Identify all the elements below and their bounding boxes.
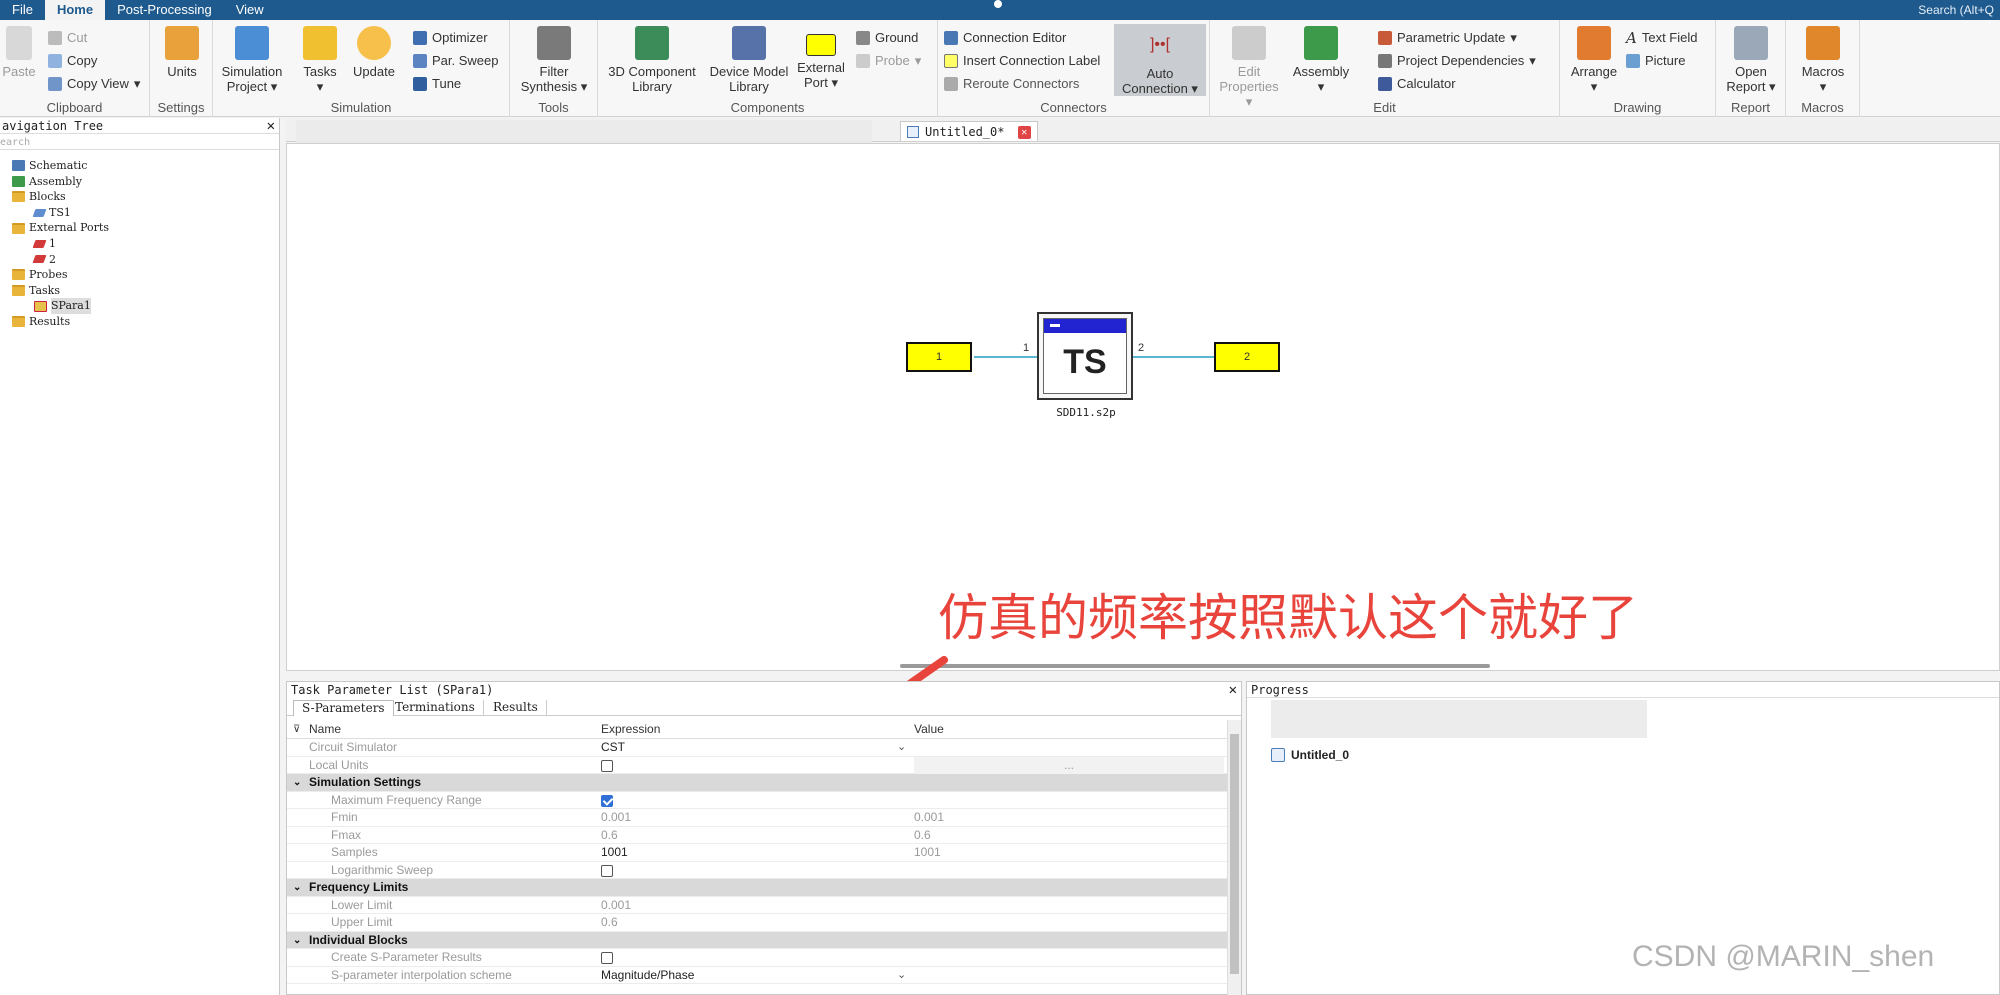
close-icon[interactable]: ✕ bbox=[1229, 682, 1237, 698]
chevron-down-icon[interactable]: ⌄ bbox=[897, 967, 906, 985]
section-individual-blocks[interactable]: ⌄ Individual Blocks bbox=[287, 931, 1227, 950]
fmin-expression[interactable]: 0.001 bbox=[601, 809, 901, 827]
table-row-circuit-simulator: Circuit Simulator CST ⌄ bbox=[287, 739, 1227, 757]
chevron-down-icon[interactable]: ⌄ bbox=[897, 739, 906, 757]
row-name: Circuit Simulator bbox=[309, 740, 398, 754]
section-label: Individual Blocks bbox=[309, 932, 408, 947]
column-header-value: Value bbox=[914, 722, 944, 736]
table-row-max-frequency-range: Maximum Frequency Range bbox=[287, 792, 1227, 809]
progress-item-label: Untitled_0 bbox=[1291, 748, 1350, 762]
redacted-region bbox=[1271, 700, 1647, 738]
scrollbar-thumb[interactable] bbox=[1230, 734, 1239, 974]
table-row-local-units: Local Units ... bbox=[287, 756, 1227, 774]
lower-limit-expression[interactable]: 0.001 bbox=[601, 897, 901, 915]
schematic-icon bbox=[1271, 748, 1285, 762]
table-row-logarithmic-sweep: Logarithmic Sweep bbox=[287, 862, 1227, 879]
fmin-value: 0.001 bbox=[914, 810, 945, 824]
task-parameter-panel: Task Parameter List (SPara1) ✕ S-Paramet… bbox=[286, 681, 1242, 995]
section-label: Frequency Limits bbox=[309, 880, 409, 894]
watermark: CSDN @MARIN_shen bbox=[1632, 940, 1935, 973]
samples-value: 1001 bbox=[914, 845, 941, 859]
create-sparameter-results-checkbox[interactable] bbox=[601, 952, 613, 964]
table-header-row: ⊽ Name Expression Value bbox=[287, 720, 1227, 739]
local-units-ellipsis-button[interactable]: ... bbox=[914, 756, 1224, 774]
fmax-expression[interactable]: 0.6 bbox=[601, 827, 901, 845]
upper-limit-expression[interactable]: 0.6 bbox=[601, 914, 901, 932]
chevron-down-icon[interactable]: ⌄ bbox=[293, 879, 301, 897]
column-header-name: Name bbox=[309, 722, 342, 736]
fmax-value: 0.6 bbox=[914, 827, 931, 842]
chevron-down-icon[interactable]: ⌄ bbox=[293, 932, 301, 950]
samples-expression[interactable]: 1001 bbox=[601, 844, 901, 862]
section-simulation-settings[interactable]: ⌄ Simulation Settings bbox=[287, 774, 1227, 792]
section-frequency-limits[interactable]: ⌄ Frequency Limits bbox=[287, 879, 1227, 897]
table-row-create-sparameter-results: Create S-Parameter Results bbox=[287, 949, 1227, 967]
task-parameter-title: Task Parameter List (SPara1) ✕ bbox=[287, 682, 1241, 698]
progress-item-untitled-0[interactable]: Untitled_0 bbox=[1271, 748, 1349, 762]
max-frequency-range-checkbox[interactable] bbox=[601, 794, 613, 807]
tab-terminations[interactable]: Terminations bbox=[387, 700, 484, 716]
task-parameter-title-text: Task Parameter List (SPara1) bbox=[291, 683, 494, 697]
table-row-fmax: Fmax 0.6 0.6 bbox=[287, 827, 1227, 845]
parameter-subtabs: S-Parameters Terminations Results bbox=[287, 698, 1241, 716]
filter-icon[interactable]: ⊽ bbox=[293, 720, 300, 739]
parameter-scrollbar[interactable] bbox=[1227, 720, 1241, 995]
logarithmic-sweep-checkbox[interactable] bbox=[601, 864, 613, 877]
table-row-fmin: Fmin 0.001 0.001 bbox=[287, 809, 1227, 827]
table-row-lower-limit: Lower Limit 0.001 bbox=[287, 897, 1227, 915]
column-header-expression: Expression bbox=[601, 722, 661, 736]
section-label: Simulation Settings bbox=[309, 775, 422, 789]
table-row-upper-limit: Upper Limit 0.6 bbox=[287, 914, 1227, 932]
table-row-interpolation-scheme: S-parameter interpolation scheme Magnitu… bbox=[287, 967, 1227, 985]
tab-s-parameters[interactable]: S-Parameters bbox=[293, 700, 394, 716]
progress-title: Progress bbox=[1247, 682, 1999, 698]
tab-results[interactable]: Results bbox=[485, 700, 547, 716]
parameter-table: ⊽ Name Expression Value Circuit Simulato… bbox=[287, 720, 1227, 984]
local-units-checkbox[interactable] bbox=[601, 759, 613, 772]
circuit-simulator-select[interactable]: CST bbox=[601, 739, 901, 757]
row-name: Local Units bbox=[309, 757, 369, 772]
chevron-down-icon[interactable]: ⌄ bbox=[293, 774, 301, 792]
interpolation-scheme-select[interactable]: Magnitude/Phase bbox=[601, 967, 901, 985]
table-row-samples: Samples 1001 1001 bbox=[287, 844, 1227, 862]
